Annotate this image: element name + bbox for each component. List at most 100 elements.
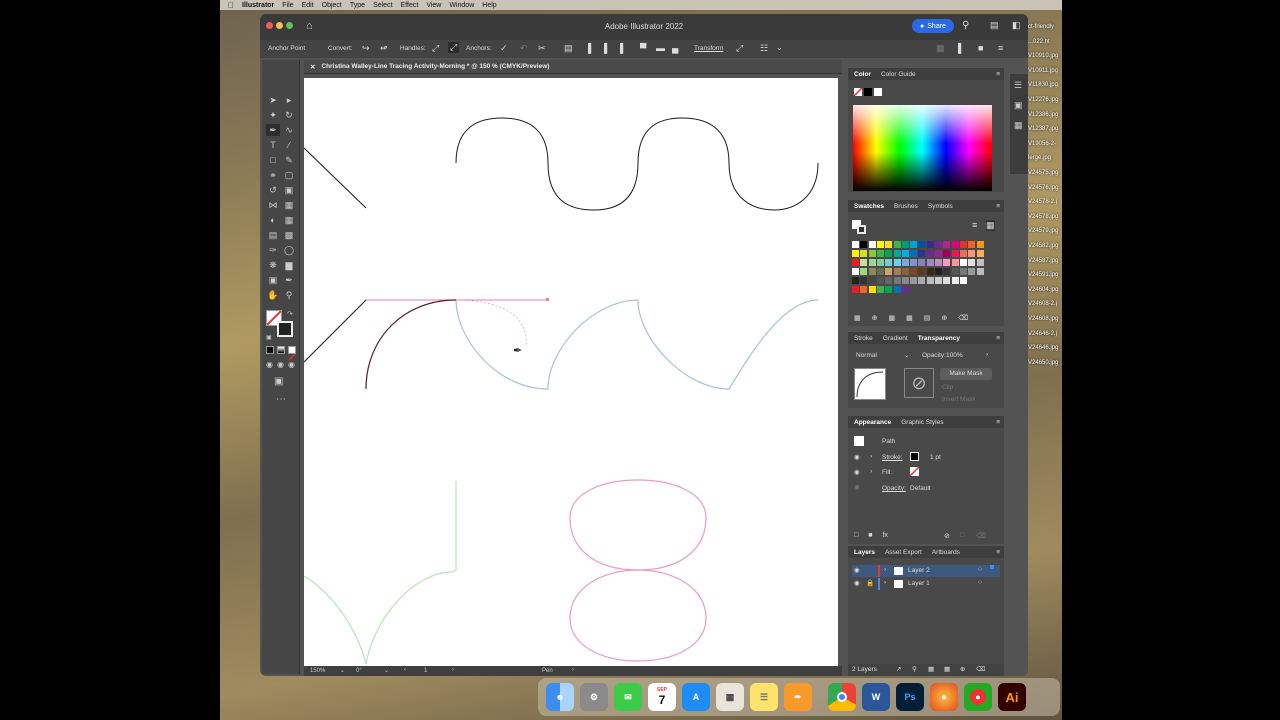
transparency-panel-menu-icon[interactable]: ≡ — [996, 335, 1000, 342]
hand-tool-icon[interactable]: ✋ — [266, 289, 280, 301]
status-chevron-icon[interactable]: › — [572, 667, 574, 673]
tab-graphic-styles[interactable]: Graphic Styles — [901, 419, 943, 426]
stroke-swatch[interactable] — [277, 321, 293, 337]
pink-figure-eight-top[interactable] — [569, 479, 707, 571]
properties-panel-icon[interactable]: ☰ — [1014, 80, 1022, 91]
swatch[interactable] — [926, 250, 934, 257]
align-left-icon[interactable]: ▌ — [588, 43, 594, 53]
swatch[interactable] — [885, 268, 893, 275]
swatch[interactable] — [926, 277, 934, 284]
close-tab-icon[interactable]: ✕ — [310, 63, 315, 71]
desktop-file[interactable]: V24579.jpg — [1028, 228, 1058, 234]
pink-figure-eight-bottom[interactable] — [569, 569, 707, 662]
remove-anchor-icon[interactable]: ✓ — [500, 43, 508, 54]
comments-panel-icon[interactable]: ▣ — [1014, 100, 1023, 111]
white-color-chip[interactable] — [874, 88, 882, 96]
layer-row-layer-2[interactable]: ◉ › Layer 2 ○ — [852, 565, 1000, 577]
swatch[interactable] — [951, 259, 959, 266]
black-left-line[interactable] — [303, 299, 367, 363]
swatch[interactable] — [901, 250, 909, 257]
swatch[interactable] — [868, 277, 876, 284]
swatch[interactable] — [901, 241, 909, 248]
shaper-tool-icon[interactable]: ⚭ — [266, 169, 280, 181]
tab-brushes[interactable]: Brushes — [894, 203, 918, 210]
swatch[interactable] — [910, 259, 918, 266]
align-middle-icon[interactable]: ▬ — [656, 43, 665, 53]
export-icon[interactable]: ↗ — [896, 665, 901, 673]
layer-2-visibility-icon[interactable]: ◉ — [854, 566, 860, 574]
layer-2-name[interactable]: Layer 2 — [908, 567, 930, 574]
pink-preview-curve[interactable] — [455, 299, 527, 347]
symbol-sprayer-tool-icon[interactable]: ❋ — [266, 259, 280, 271]
graph-tool-icon[interactable]: ▆ — [282, 259, 296, 271]
swatch[interactable] — [935, 241, 942, 248]
default-colors-icon[interactable]: ▣ — [266, 334, 272, 341]
swatch[interactable] — [860, 259, 868, 266]
swatch[interactable] — [935, 277, 942, 284]
fill-visibility-icon[interactable]: ◉ — [854, 468, 860, 476]
swatch[interactable] — [943, 241, 951, 248]
swatch[interactable] — [876, 250, 884, 257]
stroke-color-swatch[interactable] — [910, 452, 919, 461]
arrange-documents-icon[interactable]: ▤ — [990, 20, 999, 31]
swatch[interactable] — [951, 241, 959, 248]
swatch[interactable] — [968, 250, 976, 257]
swatch[interactable] — [860, 268, 868, 275]
swatch[interactable] — [951, 250, 959, 257]
arrange-icon[interactable]: ■ — [978, 43, 983, 53]
drawn-arc-path[interactable] — [365, 299, 457, 390]
swatch[interactable] — [926, 259, 934, 266]
appearance-panel-menu-icon[interactable]: ≡ — [996, 419, 1000, 426]
swatch[interactable] — [885, 241, 893, 248]
show-kinds-icon[interactable]: ▦ — [889, 314, 896, 322]
add-fill-icon[interactable]: ■ — [868, 532, 872, 539]
desktop-file[interactable]: V10910.jpg — [1028, 53, 1058, 59]
swatch[interactable] — [959, 241, 967, 248]
menu-view[interactable]: View — [426, 2, 441, 9]
firefox-icon[interactable]: ● — [930, 683, 958, 711]
desktop-file[interactable]: V12276.jpg — [1028, 97, 1058, 103]
gradient-tool-icon[interactable]: ▩ — [282, 229, 296, 241]
swatch[interactable] — [868, 259, 876, 266]
swatch[interactable] — [876, 268, 884, 275]
layer-2-target-icon[interactable]: ○ — [978, 566, 982, 573]
opacity-arrow-icon[interactable]: › — [986, 351, 988, 358]
swatch[interactable] — [943, 250, 951, 257]
make-mask-button[interactable]: Make Mask — [940, 368, 992, 380]
swatch[interactable] — [959, 259, 967, 266]
swatch[interactable] — [885, 259, 893, 266]
selection-tool-icon[interactable]: ➤ — [266, 94, 280, 106]
swatch[interactable] — [852, 241, 859, 248]
draw-behind-icon[interactable]: ◉ — [277, 360, 284, 369]
tab-symbols[interactable]: Symbols — [928, 203, 953, 210]
color-mode-icon[interactable] — [266, 346, 274, 354]
desktop-file[interactable]: ...022.ht — [1028, 39, 1050, 45]
list-view-icon[interactable]: ≡ — [972, 220, 977, 230]
desktop-file[interactable]: V10911.jpg — [1028, 68, 1058, 74]
artboard[interactable]: ✒ — [303, 78, 838, 668]
swatch[interactable] — [910, 241, 918, 248]
swatch[interactable] — [951, 268, 959, 275]
anchor-point-handle[interactable] — [546, 298, 549, 301]
swatch[interactable] — [910, 277, 918, 284]
desktop-file[interactable]: V11830.jpg — [1028, 82, 1058, 88]
swatch[interactable] — [860, 277, 868, 284]
swatch[interactable] — [876, 259, 884, 266]
word-icon[interactable]: W — [862, 683, 890, 711]
tab-gradient[interactable]: Gradient — [883, 335, 908, 342]
align-panel-icon[interactable]: ▌ — [958, 43, 964, 53]
type-tool-icon[interactable]: T — [266, 139, 280, 151]
swatch[interactable] — [860, 250, 868, 257]
show-handles-icon[interactable]: ⤢ — [432, 43, 439, 54]
tab-artboards[interactable]: Artboards — [932, 549, 960, 556]
swatch[interactable] — [868, 286, 876, 293]
calendar-icon[interactable]: SEP 7 — [648, 683, 676, 711]
desktop-file[interactable]: V24591.jpg — [1028, 272, 1058, 278]
desktop-file[interactable]: V24646-2.j — [1028, 331, 1057, 337]
system-preferences-icon[interactable]: ⚙ — [580, 683, 608, 711]
align-center-icon[interactable]: ▌ — [604, 43, 610, 53]
black-color-chip[interactable] — [864, 88, 872, 96]
swatch[interactable] — [901, 268, 909, 275]
delete-item-icon[interactable]: ⌫ — [976, 532, 986, 540]
swatch[interactable] — [893, 286, 901, 293]
